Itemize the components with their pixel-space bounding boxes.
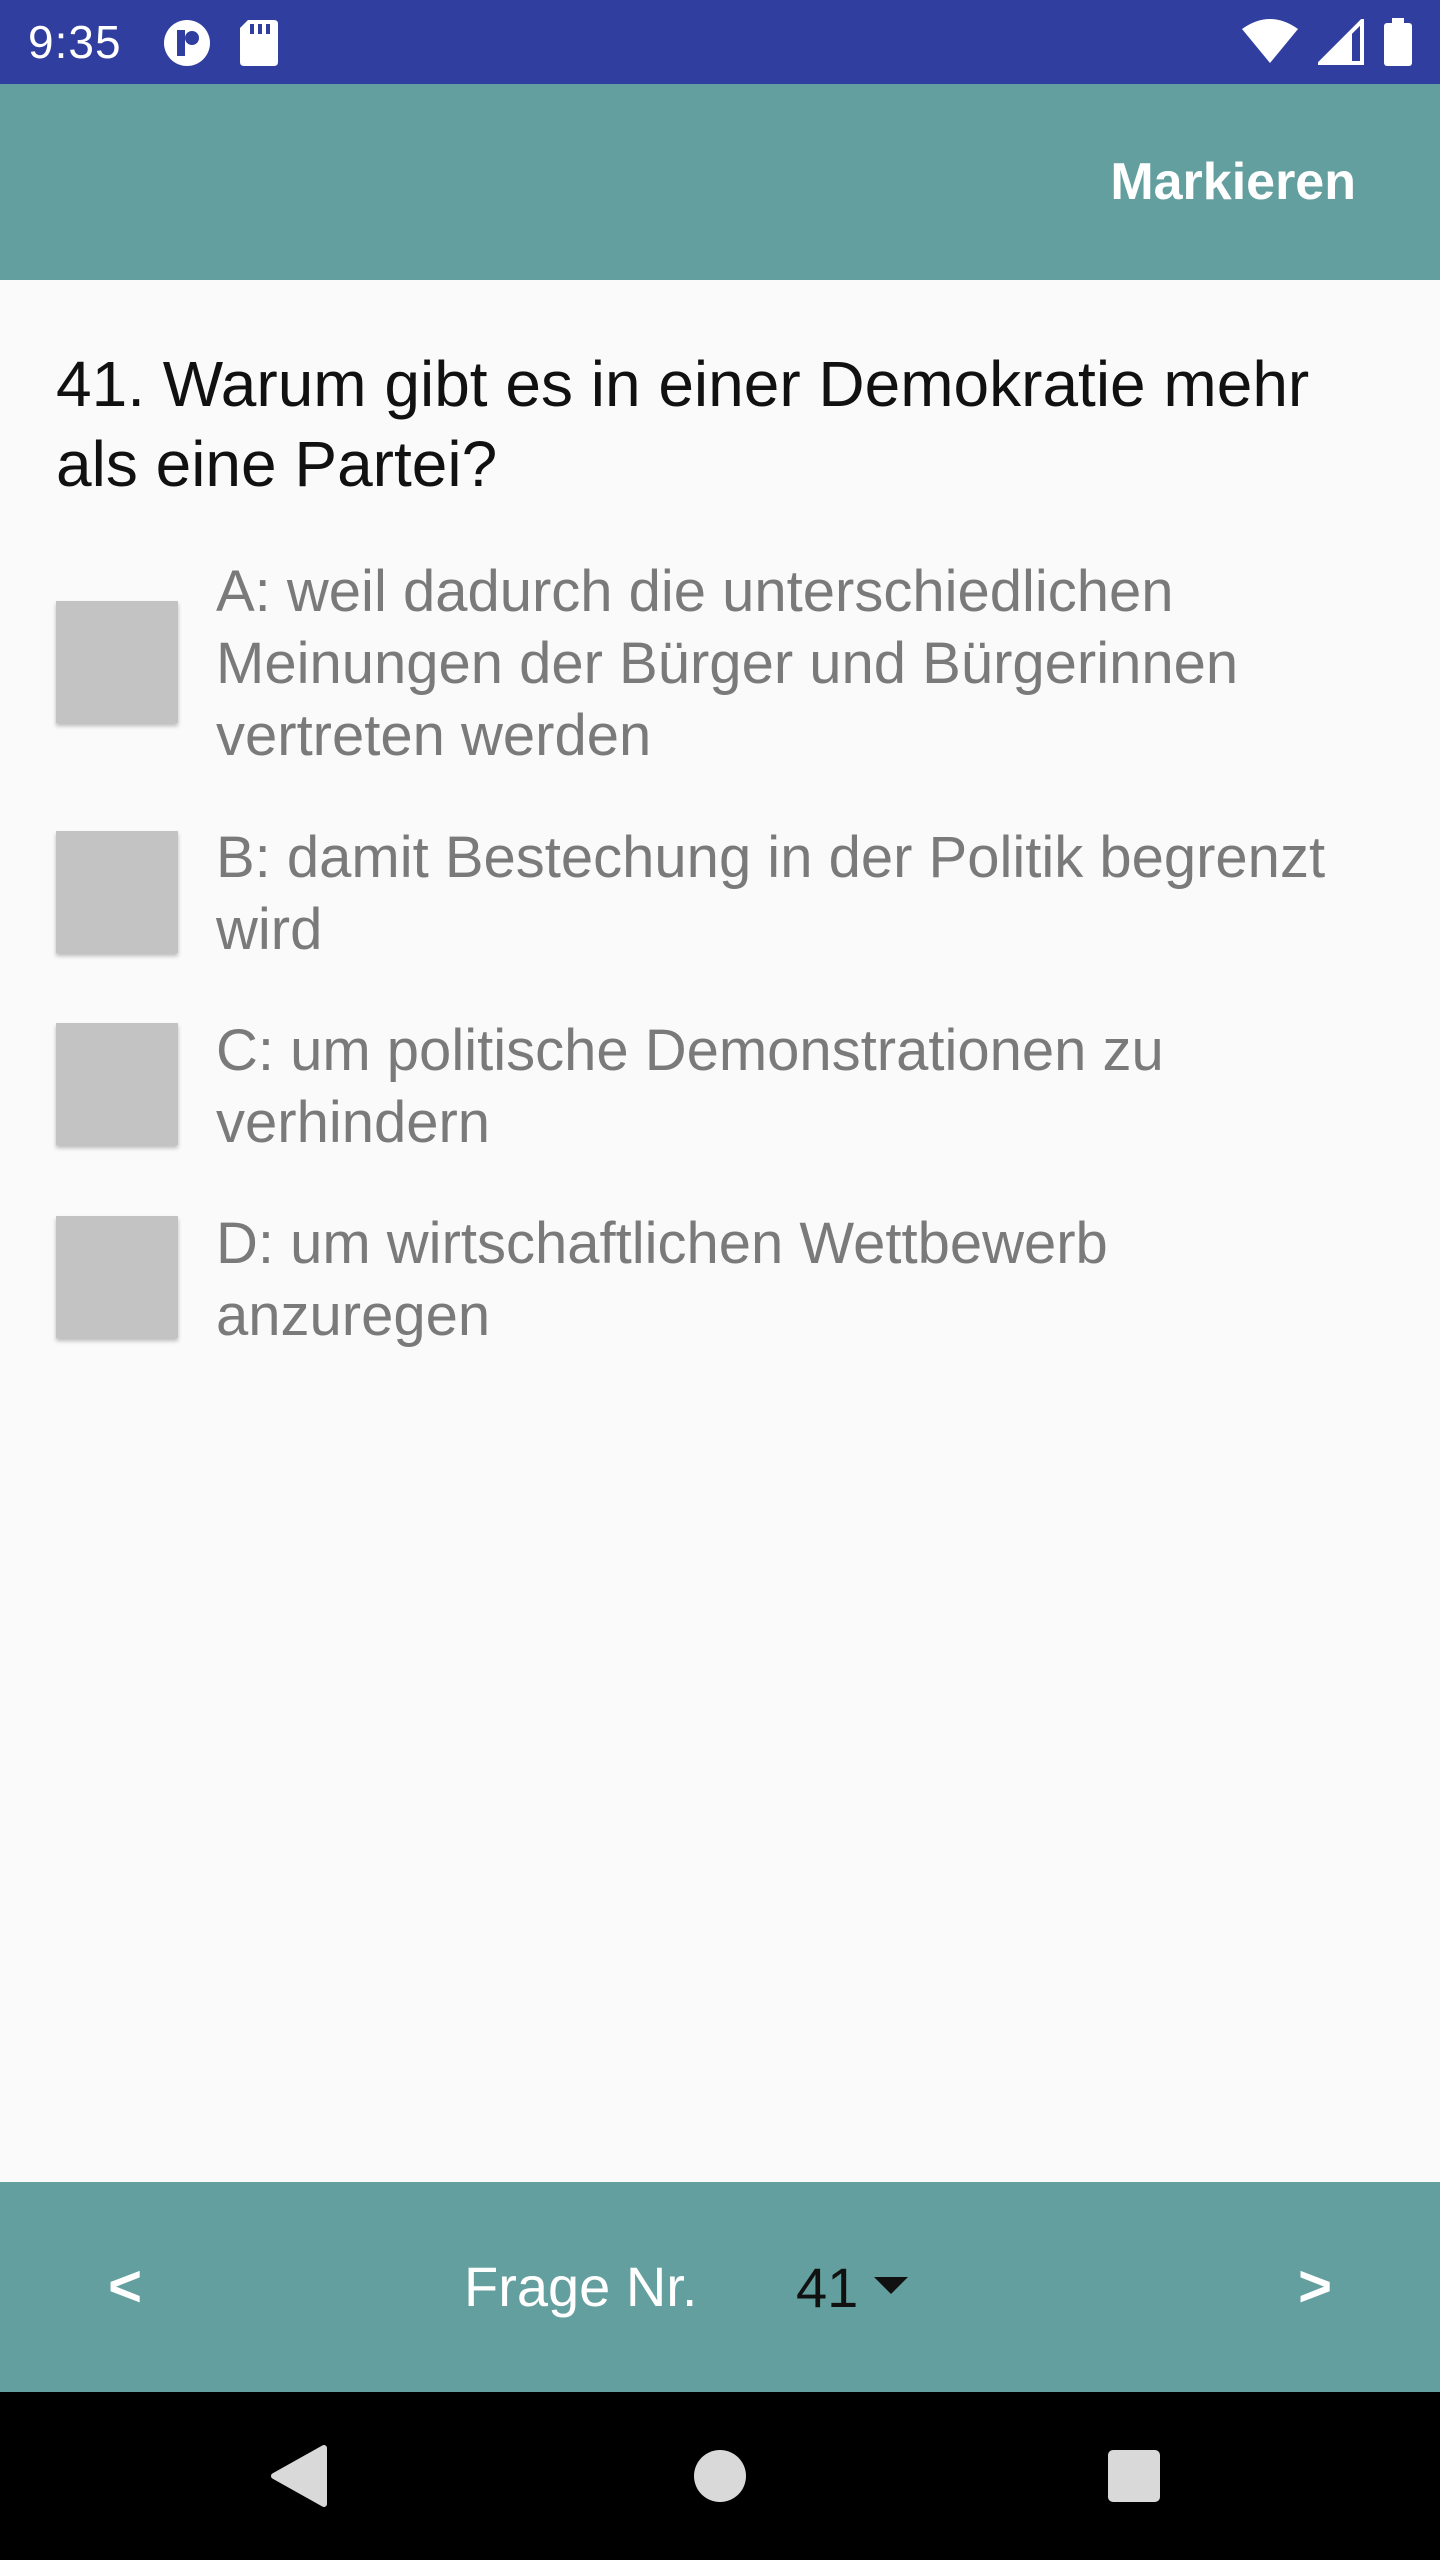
back-triangle-icon	[271, 2445, 327, 2507]
answer-option-a[interactable]: A: weil dadurch die unterschiedlichen Me…	[56, 556, 1386, 776]
status-left-icons	[162, 18, 278, 73]
screen: 9:35 Markieren 41. Warum gibt es in eine…	[0, 0, 1440, 2560]
answer-option-c[interactable]: C: um politische Demonstrationen zu verh…	[56, 1015, 1386, 1165]
answer-checkbox-a[interactable]	[56, 601, 178, 723]
answer-text-c: C: um politische Demonstrationen zu verh…	[216, 1018, 1164, 1155]
answer-checkbox-c[interactable]	[56, 1023, 178, 1145]
question-number-dropdown[interactable]: 41	[796, 2248, 909, 2328]
system-back-button[interactable]	[230, 2392, 370, 2560]
app-bar: Markieren	[0, 84, 1440, 280]
answer-option-d[interactable]: D: um wirtschaftlichen Wettbewerb anzure…	[56, 1208, 1386, 1358]
home-circle-icon	[694, 2450, 746, 2502]
sd-card-icon	[240, 20, 278, 71]
bottom-navigation: < Frage Nr. 41 >	[0, 2182, 1440, 2392]
status-bar: 9:35	[0, 0, 1440, 84]
answer-text-d: D: um wirtschaftlichen Wettbewerb anzure…	[216, 1211, 1108, 1348]
status-right-icons	[1242, 16, 1412, 71]
question-number-value: 41	[796, 2256, 859, 2319]
app-notification-icon	[162, 18, 212, 73]
answer-text-b: B: damit Bestechung in der Politik begre…	[216, 825, 1326, 962]
status-time: 9:35	[28, 16, 122, 68]
signal-icon	[1315, 16, 1364, 70]
system-navigation-bar	[0, 2392, 1440, 2560]
answer-checkbox-b[interactable]	[56, 831, 178, 953]
system-recents-button[interactable]	[1064, 2392, 1204, 2560]
answer-checkbox-d[interactable]	[56, 1216, 178, 1338]
answer-text-a: A: weil dadurch die unterschiedlichen Me…	[216, 559, 1239, 768]
next-question-button[interactable]: >	[1270, 2242, 1360, 2332]
previous-question-button[interactable]: <	[80, 2242, 170, 2332]
recent-square-icon	[1108, 2450, 1160, 2502]
dropdown-arrow-icon	[874, 2276, 909, 2294]
mark-button[interactable]: Markieren	[1110, 150, 1356, 214]
wifi-icon	[1242, 19, 1298, 70]
battery-icon	[1384, 18, 1412, 71]
answer-option-b[interactable]: B: damit Bestechung in der Politik begre…	[56, 822, 1386, 972]
system-home-button[interactable]	[650, 2392, 790, 2560]
question-number-label: Frage Nr.	[464, 2255, 698, 2318]
question-title: 41. Warum gibt es in einer Demokratie me…	[56, 348, 1310, 500]
